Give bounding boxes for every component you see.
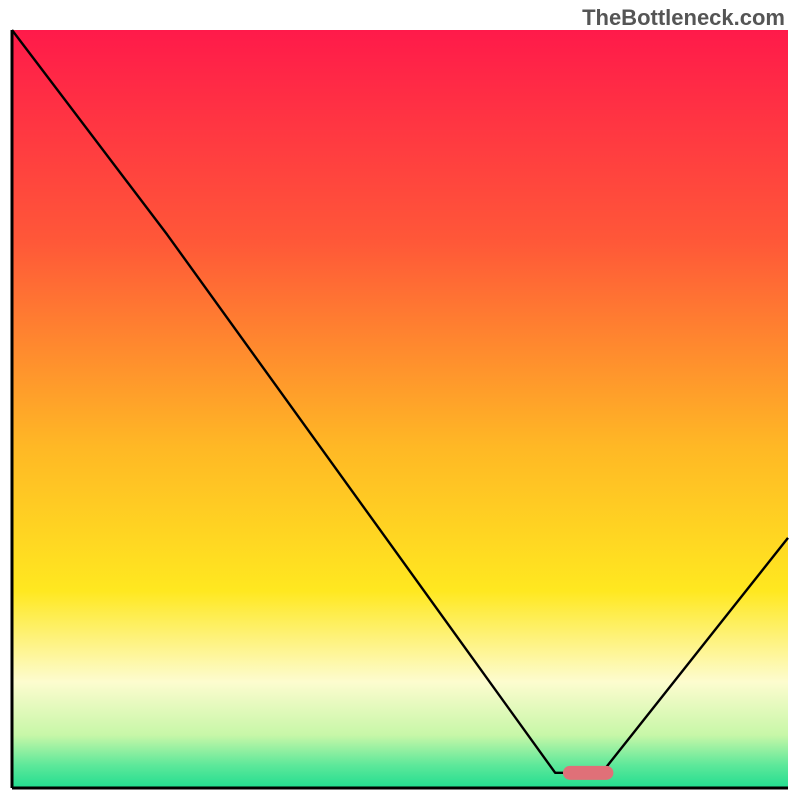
bottleneck-chart xyxy=(0,0,800,800)
gradient-background xyxy=(12,30,788,788)
optimal-marker xyxy=(563,766,613,780)
watermark-text: TheBottleneck.com xyxy=(582,5,785,31)
chart-container: TheBottleneck.com xyxy=(0,0,800,800)
